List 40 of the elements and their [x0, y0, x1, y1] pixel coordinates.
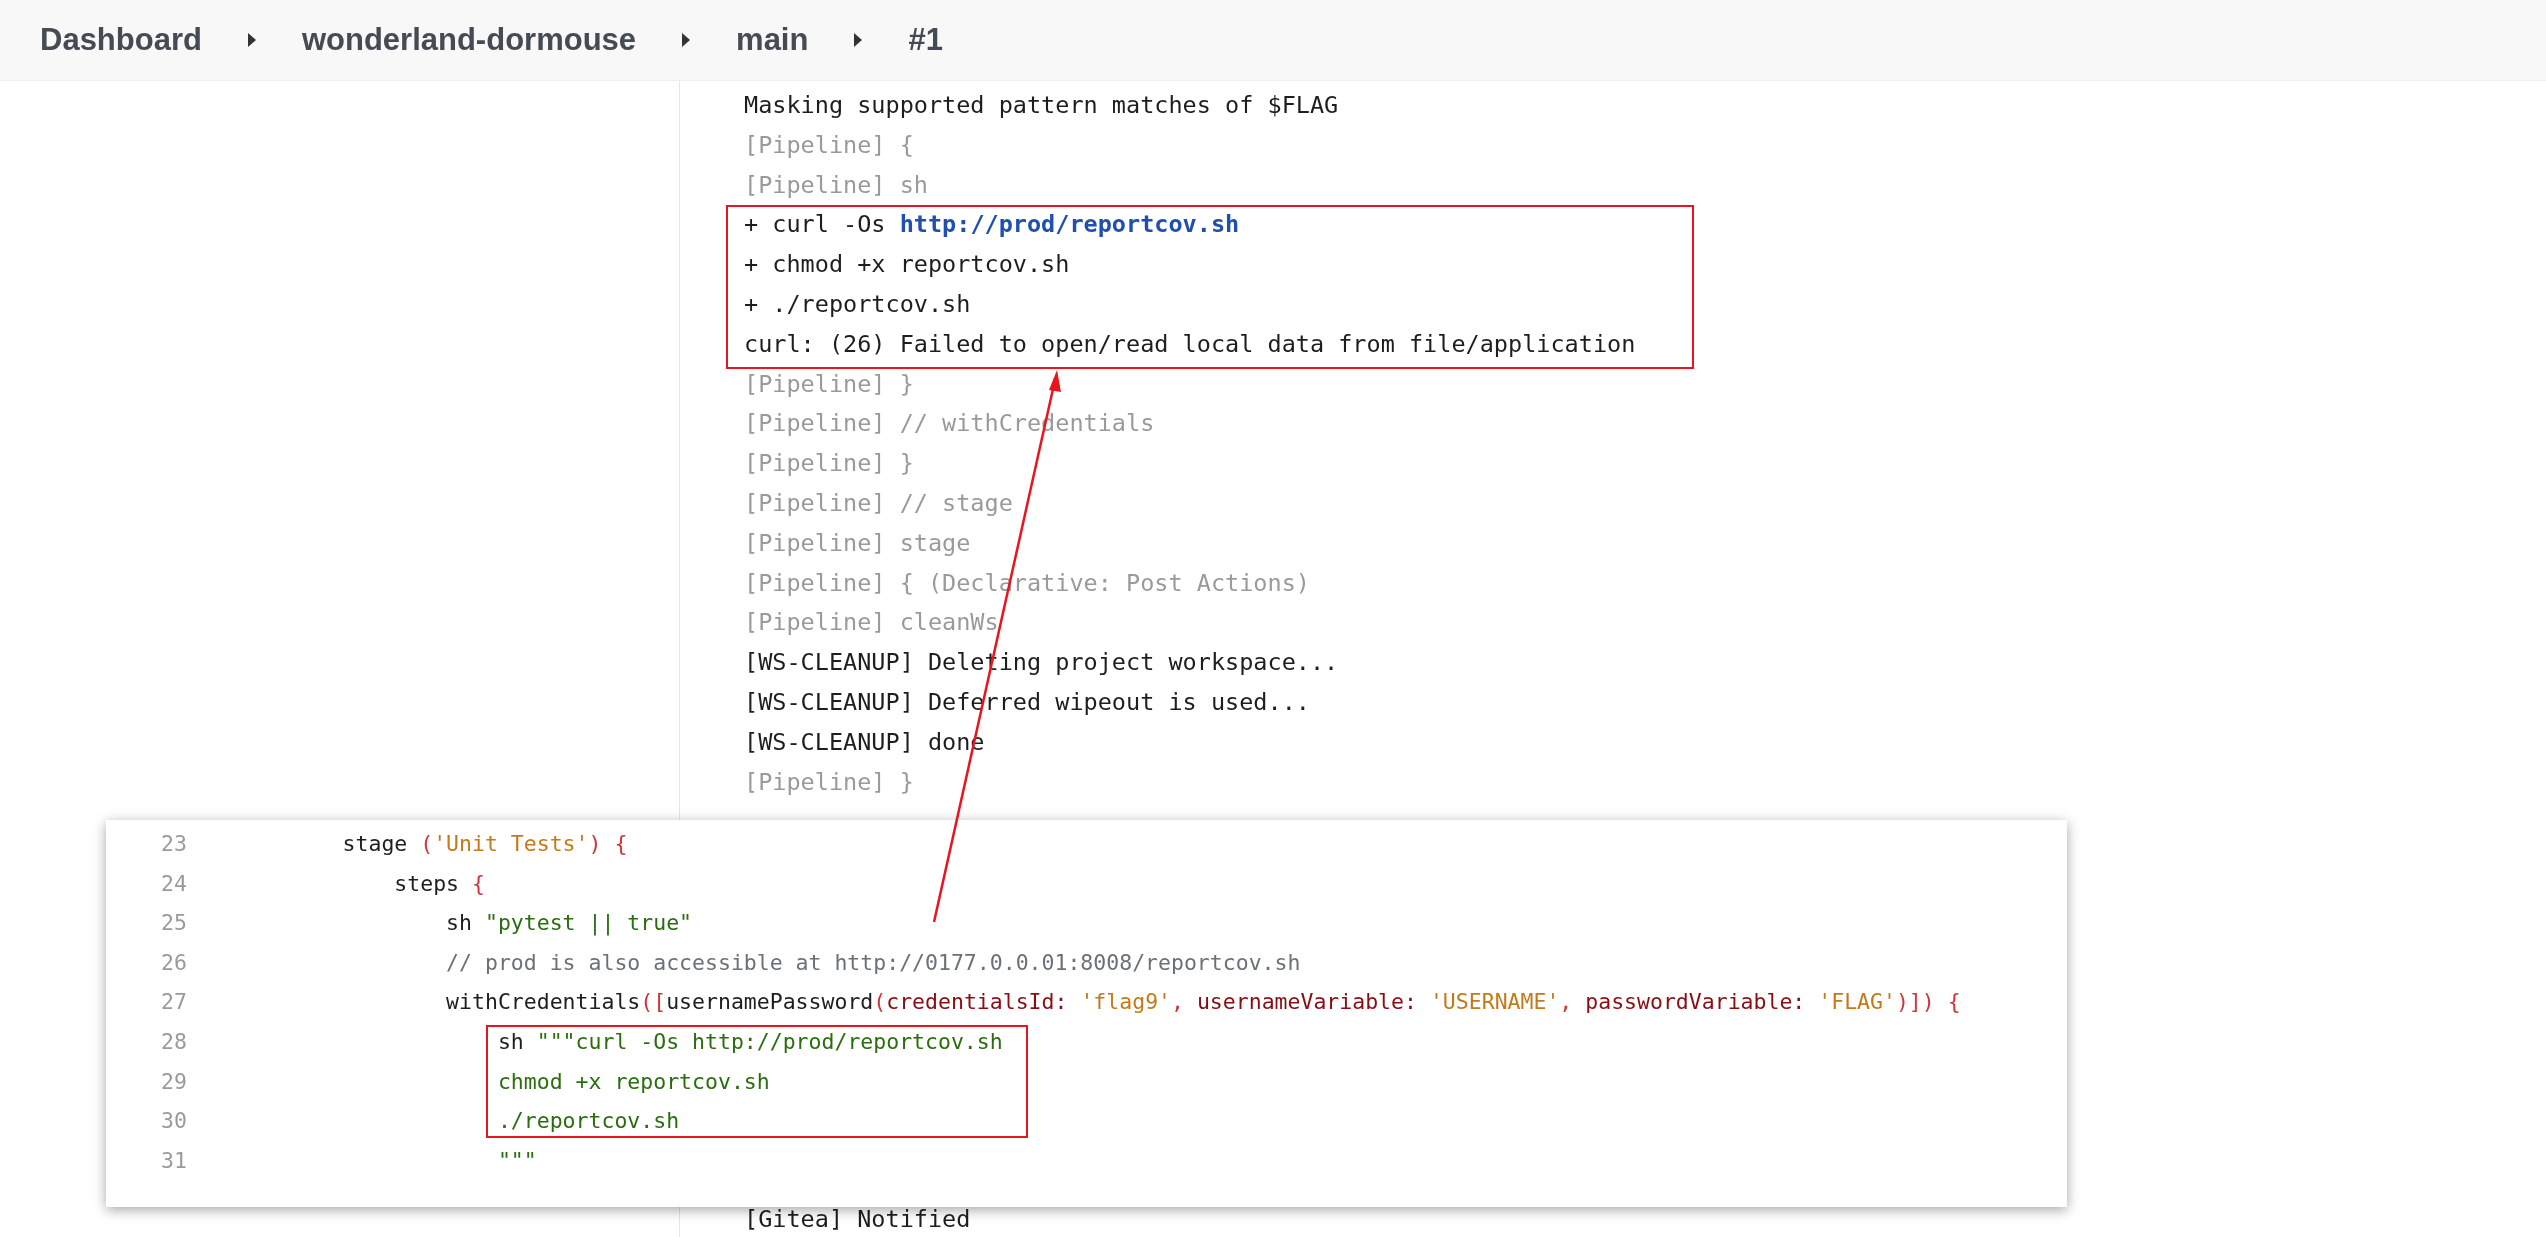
log-text: [Pipeline] stage: [744, 528, 971, 557]
log-text: [Pipeline] sh: [744, 170, 928, 199]
line-number: 29: [160, 1067, 187, 1096]
log-text: [Pipeline] }: [744, 767, 914, 796]
breadcrumb-link[interactable]: main: [736, 22, 809, 58]
code-line: sh """curl -Os http://prod/reportcov.sh: [496, 1027, 1003, 1056]
line-number: 25: [160, 909, 187, 938]
log-text: [Pipeline] {: [744, 130, 914, 159]
breadcrumb-link[interactable]: #1: [908, 22, 943, 58]
code-line: ./reportcov.sh: [496, 1107, 680, 1136]
line-number: 23: [160, 830, 187, 858]
caret-icon: [854, 33, 863, 47]
line-number: 30: [160, 1107, 187, 1136]
line-number: 28: [160, 1027, 187, 1056]
line-number: 24: [160, 869, 187, 898]
log-text: curl: (26) Failed to open/read local data from file/application: [744, 329, 1636, 358]
breadcrumb-link[interactable]: Dashboard: [40, 22, 202, 58]
log-text: + ./reportcov.sh: [744, 290, 971, 318]
code-line: withCredentials([usernamePassword(credentialsId: 'flag9', usernameVariable: 'USERNAME', passwordVariable: 'FLAG')]) {: [445, 988, 1961, 1017]
log-text: + chmod +x reportcov.sh: [744, 250, 1070, 279]
log-text: [Pipeline] }: [744, 449, 914, 478]
log-text: Masking supported pattern matches of $FLAG: [744, 91, 1339, 119]
log-text: + curl -Os: [744, 210, 887, 239]
line-number: 26: [160, 948, 187, 977]
line-number: 27: [160, 988, 187, 1017]
code-line: steps {: [393, 869, 485, 898]
caret-icon: [247, 33, 256, 47]
log-text: [Pipeline] }: [744, 369, 914, 398]
breadcrumb-link[interactable]: wonderland-dormouse: [301, 22, 637, 58]
code-line: // prod is also accessible at http://0177.0.0.01:8008/reportcov.sh: [445, 948, 1301, 977]
line-number: 31: [160, 1146, 187, 1175]
code-line: stage ('Unit Tests') {: [341, 830, 628, 858]
log-text: [Pipeline] // stage: [744, 488, 1013, 517]
caret-icon: [682, 33, 691, 47]
log-text: [Pipeline] cleanWs: [744, 608, 999, 637]
log-text: [Gitea] Notified: [744, 1205, 971, 1234]
code-line: """: [496, 1146, 537, 1175]
log-link[interactable]: http://prod/reportcov.sh: [899, 210, 1240, 239]
code-line: chmod +x reportcov.sh: [496, 1067, 770, 1096]
code-line: sh "pytest || true": [445, 909, 693, 938]
